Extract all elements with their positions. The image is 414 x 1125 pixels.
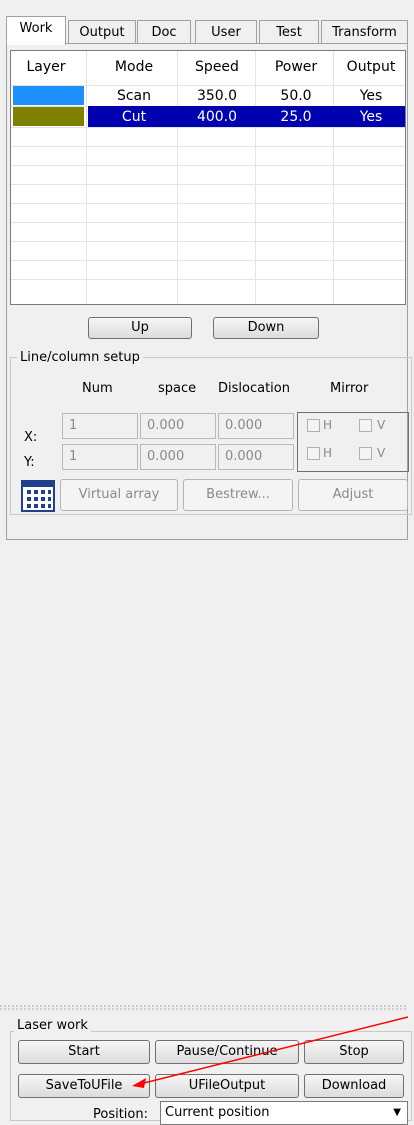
mirror-h-label: H — [323, 418, 333, 432]
y-dislocation-field[interactable]: 0.000 — [218, 444, 294, 470]
stop-button[interactable]: Stop — [304, 1040, 404, 1064]
x-space-field[interactable]: 0.000 — [140, 413, 216, 439]
column-label-mirror: Mirror — [330, 381, 369, 396]
adjust-button[interactable]: Adjust — [298, 479, 408, 511]
bestrew-button[interactable]: Bestrew... — [183, 479, 293, 511]
save-to-ufile-button[interactable]: SaveToUFile — [18, 1074, 150, 1098]
chevron-down-icon: ▼ — [393, 1107, 401, 1118]
x-num-field[interactable]: 1 — [62, 413, 138, 439]
mirror-v-label: V — [377, 418, 386, 432]
layer-color-swatch[interactable] — [13, 86, 84, 105]
up-button[interactable]: Up — [88, 317, 192, 339]
table-row[interactable] — [11, 127, 405, 146]
pause-continue-button[interactable]: Pause/Continue — [155, 1040, 299, 1064]
table-row[interactable] — [11, 222, 405, 241]
layer-power: 25.0 — [280, 109, 312, 125]
tab-user[interactable]: User — [195, 20, 257, 43]
x-dislocation-field[interactable]: 0.000 — [218, 413, 294, 439]
layer-power: 50.0 — [280, 88, 312, 104]
column-header-mode: Mode — [114, 59, 154, 75]
column-header-layer: Layer — [26, 59, 66, 75]
y-space-field[interactable]: 0.000 — [140, 444, 216, 470]
table-row[interactable] — [11, 203, 405, 222]
position-select-value: Current position — [165, 1105, 270, 1120]
column-header-power: Power — [274, 59, 318, 75]
layer-color-swatch[interactable] — [13, 107, 84, 126]
mirror-y-v-checkbox[interactable] — [359, 447, 372, 460]
mirror-x-v-checkbox[interactable] — [359, 419, 372, 432]
position-select[interactable]: Current position ▼ — [160, 1101, 408, 1125]
layer-speed: 400.0 — [196, 109, 238, 125]
table-row[interactable] — [11, 241, 405, 260]
download-button[interactable]: Download — [304, 1074, 404, 1098]
layer-output: Yes — [359, 88, 383, 104]
layer-output: Yes — [359, 109, 383, 125]
column-header-output: Output — [346, 59, 396, 75]
column-header-speed: Speed — [195, 59, 239, 75]
group-title: Laser work — [14, 1018, 91, 1033]
layer-mode: Cut — [121, 109, 147, 125]
column-label-dislocation: Dislocation — [218, 381, 290, 396]
mirror-v-label: V — [377, 446, 386, 460]
tab-transform[interactable]: Transform — [321, 20, 408, 43]
layer-mode: Scan — [116, 88, 152, 104]
mirror-h-label: H — [323, 446, 333, 460]
group-title: Line/column setup — [17, 350, 143, 365]
array-grid-icon[interactable] — [21, 480, 55, 512]
mirror-x-h-checkbox[interactable] — [307, 419, 320, 432]
panel-splitter[interactable] — [0, 1000, 414, 1010]
position-label: Position: — [93, 1107, 148, 1122]
layer-speed: 350.0 — [196, 88, 238, 104]
tab-work[interactable]: Work — [6, 16, 66, 45]
y-num-field[interactable]: 1 — [62, 444, 138, 470]
table-row[interactable] — [11, 279, 405, 298]
column-label-num: Num — [82, 381, 113, 396]
table-row[interactable] — [11, 146, 405, 165]
x-axis-label: X: — [24, 430, 38, 445]
table-row[interactable] — [11, 260, 405, 279]
tab-doc[interactable]: Doc — [137, 20, 191, 43]
table-row[interactable] — [11, 165, 405, 184]
column-label-space: space — [158, 381, 197, 396]
layer-table[interactable]: Layer Mode Speed Power Output Scan 350.0… — [10, 50, 406, 305]
y-axis-label: Y: — [24, 455, 35, 470]
ufile-output-button[interactable]: UFileOutput — [155, 1074, 299, 1098]
down-button[interactable]: Down — [213, 317, 319, 339]
tab-bar: Work Output Doc User Test Transform — [6, 16, 408, 45]
tab-test[interactable]: Test — [259, 20, 319, 43]
virtual-array-button[interactable]: Virtual array — [60, 479, 178, 511]
start-button[interactable]: Start — [18, 1040, 150, 1064]
tab-output[interactable]: Output — [68, 20, 136, 43]
mirror-y-h-checkbox[interactable] — [307, 447, 320, 460]
table-row[interactable] — [11, 184, 405, 203]
